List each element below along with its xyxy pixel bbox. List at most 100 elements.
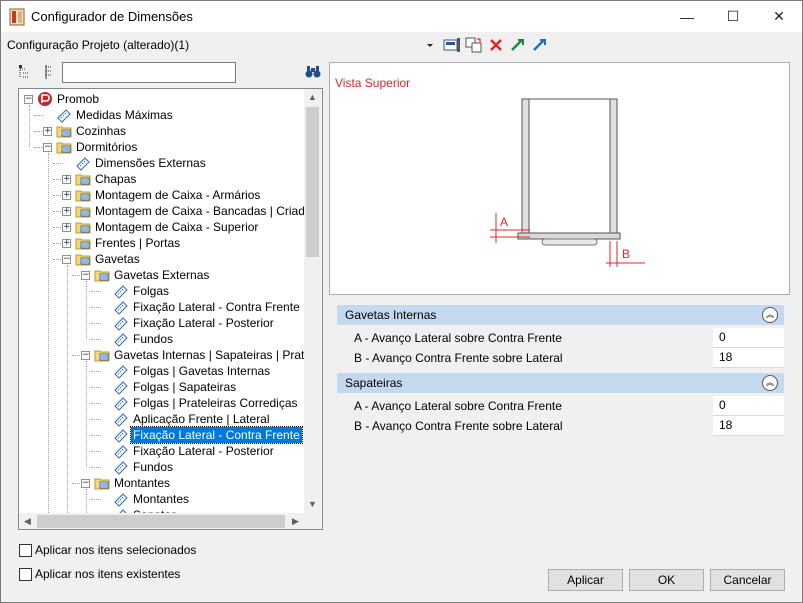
collapse-node-icon[interactable]: − <box>81 271 90 280</box>
ruler-icon <box>113 411 129 427</box>
tree-node[interactable]: − Promob <box>19 91 304 107</box>
ok-button[interactable]: OK <box>629 569 704 591</box>
dialog-window: Configurador de Dimensões — ☐ ✕ Configur… <box>0 0 803 603</box>
tree-node[interactable]: − Gavetas <box>19 251 304 267</box>
collapse-group-icon[interactable]: ︽ <box>762 375 778 391</box>
group-header[interactable]: Sapateiras ︽ <box>337 373 784 393</box>
tree-node[interactable]: Fixação Lateral - Posterior <box>19 315 304 331</box>
tree-node[interactable]: + Montagem de Caixa - Superior <box>19 219 304 235</box>
tree-node[interactable]: Aplicação Frente | Lateral <box>19 411 304 427</box>
tree-node-label: Folgas | Sapateiras <box>133 380 237 394</box>
cancel-button[interactable]: Cancelar <box>710 569 785 591</box>
tree-connector <box>91 323 101 324</box>
tree-node[interactable]: Fixação Lateral - Posterior <box>19 443 304 459</box>
property-row: B - Avanço Contra Frente sobre Lateral 1… <box>337 416 784 436</box>
tree-node[interactable]: Fundos <box>19 331 304 347</box>
tree-node[interactable]: − Montantes <box>19 475 304 491</box>
configuration-dropdown-icon[interactable] <box>419 35 441 55</box>
expand-tree-icon[interactable] <box>40 63 58 81</box>
expand-node-icon[interactable]: + <box>43 127 52 136</box>
collapse-group-icon[interactable]: ︽ <box>762 307 778 323</box>
tree-node[interactable]: + Montagem de Caixa - Armários <box>19 187 304 203</box>
collapse-node-icon[interactable]: − <box>24 95 33 104</box>
property-row: A - Avanço Lateral sobre Contra Frente 0 <box>337 328 784 348</box>
tree-node-label: Gavetas Externas <box>114 268 210 282</box>
tree-node[interactable]: Dimensões Externas <box>19 155 304 171</box>
minimize-button[interactable]: — <box>664 1 710 32</box>
apply-existing-checkbox[interactable] <box>19 568 32 581</box>
tree-node[interactable]: + Frentes | Portas <box>19 235 304 251</box>
tree-node-label: Montagem de Caixa - Superior <box>95 220 259 234</box>
tree-search-input[interactable] <box>62 62 236 83</box>
tree-node[interactable]: Fixação Lateral - Contra Frente <box>19 426 304 444</box>
tree-node[interactable]: Folgas | Prateleiras Corrediças <box>19 395 304 411</box>
property-row: B - Avanço Contra Frente sobre Lateral 1… <box>337 348 784 368</box>
search-binoculars-icon[interactable] <box>304 63 322 81</box>
property-value-field[interactable]: 18 <box>713 348 784 367</box>
promob-logo-icon <box>37 91 53 107</box>
close-window-button[interactable]: ✕ <box>756 1 802 32</box>
expand-node-icon[interactable]: + <box>62 223 71 232</box>
tree-node[interactable]: + Chapas <box>19 171 304 187</box>
ruler-icon <box>56 107 72 123</box>
tree-connector <box>91 307 101 308</box>
tree-node[interactable]: Fixação Lateral - Contra Frente <box>19 299 304 315</box>
tree-node[interactable]: Folgas | Gavetas Internas <box>19 363 304 379</box>
collapse-node-icon[interactable]: − <box>81 479 90 488</box>
tree-node-label: Medidas Máximas <box>76 108 173 122</box>
save-configuration-icon[interactable] <box>441 35 463 55</box>
delete-configuration-icon[interactable] <box>485 35 507 55</box>
tree-node[interactable]: − Gavetas Externas <box>19 267 304 283</box>
scroll-up-arrow-icon[interactable]: ▲ <box>304 89 321 106</box>
property-value-field[interactable]: 0 <box>713 328 784 347</box>
tree-connector <box>91 435 101 436</box>
collapse-tree-icon[interactable] <box>17 63 35 81</box>
collapse-node-icon[interactable]: − <box>62 255 71 264</box>
ruler-icon <box>113 395 129 411</box>
group-header[interactable]: Gavetas Internas ︽ <box>337 305 784 325</box>
expand-node-icon[interactable]: + <box>62 207 71 216</box>
property-name: B - Avanço Contra Frente sobre Lateral <box>337 348 713 368</box>
group-title: Gavetas Internas <box>345 308 437 322</box>
maximize-button[interactable]: ☐ <box>710 1 756 32</box>
apply-button[interactable]: Aplicar <box>548 569 623 591</box>
property-value-field[interactable]: 0 <box>713 396 784 415</box>
tree-horizontal-scrollbar[interactable]: ◀ ▶ <box>19 513 304 529</box>
folder-icon <box>75 171 91 187</box>
tree-node[interactable]: Medidas Máximas <box>19 107 304 123</box>
ruler-icon <box>113 283 129 299</box>
folder-icon <box>75 219 91 235</box>
expand-node-icon[interactable]: + <box>62 175 71 184</box>
property-value-field[interactable]: 18 <box>713 416 784 435</box>
expand-node-icon[interactable]: + <box>62 239 71 248</box>
tree-node[interactable]: − Dormitórios <box>19 139 304 155</box>
ruler-icon <box>113 331 129 347</box>
tree-connector <box>91 499 101 500</box>
import-configuration-icon[interactable] <box>507 35 529 55</box>
scroll-right-arrow-icon[interactable]: ▶ <box>287 513 304 529</box>
app-icon <box>9 8 25 26</box>
tree-horizontal-scroll-thumb[interactable] <box>37 515 285 528</box>
copy-configuration-icon[interactable] <box>463 35 485 55</box>
tree-node-label: Montagem de Caixa - Bancadas | Criados <box>95 204 304 218</box>
tree-node[interactable]: + Cozinhas <box>19 123 304 139</box>
scroll-down-arrow-icon[interactable]: ▼ <box>304 496 321 513</box>
tree-node[interactable]: + Montagem de Caixa - Bancadas | Criados <box>19 203 304 219</box>
tree-node-label: Montagem de Caixa - Armários <box>95 188 261 202</box>
apply-selected-checkbox[interactable] <box>19 544 32 557</box>
tree-connector <box>91 403 101 404</box>
tree-node[interactable]: Fundos <box>19 459 304 475</box>
tree-node[interactable]: Folgas <box>19 283 304 299</box>
scrollbar-corner <box>304 513 321 529</box>
tree-vertical-scroll-thumb[interactable] <box>306 107 319 257</box>
collapse-node-icon[interactable]: − <box>43 143 52 152</box>
tree-node[interactable]: Montantes <box>19 491 304 507</box>
dimension-b-label: B <box>622 247 631 261</box>
tree-node[interactable]: Folgas | Sapateiras <box>19 379 304 395</box>
expand-node-icon[interactable]: + <box>62 191 71 200</box>
tree-node[interactable]: − Gavetas Internas | Sapateiras | Prat Co… <box>19 347 304 363</box>
tree-vertical-scrollbar[interactable]: ▲ ▼ <box>304 89 321 513</box>
collapse-node-icon[interactable]: − <box>81 351 90 360</box>
export-configuration-icon[interactable] <box>529 35 551 55</box>
scroll-left-arrow-icon[interactable]: ◀ <box>19 513 36 529</box>
